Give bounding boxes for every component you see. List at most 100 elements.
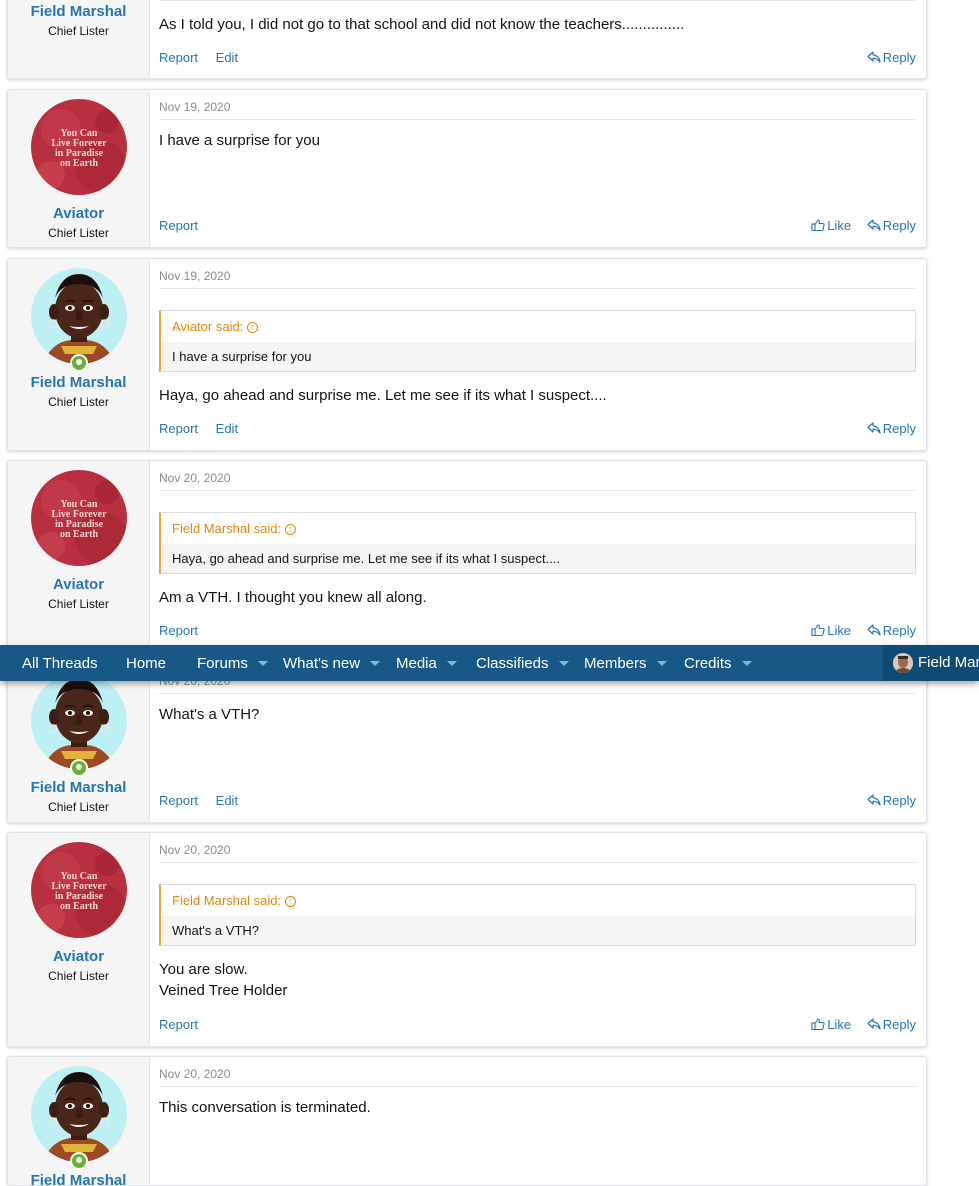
divider <box>159 0 916 1</box>
nav-media[interactable]: Media <box>396 645 457 681</box>
post-2: You Can Live Forever in Paradise on Eart… <box>7 89 927 248</box>
post-user-cell: Field Marshal Chief Lister <box>8 0 150 78</box>
nav-credits[interactable]: Credits <box>684 645 752 681</box>
post-date[interactable]: Nov 20, 2020 <box>159 471 916 491</box>
arrow-up-circle-icon[interactable] <box>285 515 297 544</box>
post-author-title: Chief Lister <box>48 969 109 983</box>
post-message: As I told you, I did not go to that scho… <box>159 16 685 33</box>
edit-link[interactable]: Edit <box>216 50 238 65</box>
like-link[interactable]: Like <box>811 1017 851 1032</box>
post-date[interactable]: Nov 19, 2020 <box>159 100 916 120</box>
reply-link[interactable]: Reply <box>867 623 916 638</box>
chevron-down-icon[interactable] <box>558 661 569 666</box>
report-link[interactable]: Report <box>159 218 198 233</box>
online-status-icon <box>70 759 88 777</box>
soldier-avatar[interactable] <box>31 673 127 769</box>
post-date[interactable]: Nov 19, 2020 <box>159 269 916 289</box>
thumbs-up-icon <box>811 624 825 636</box>
nav-user-account[interactable]: Field Marshal <box>883 645 979 681</box>
nav-home[interactable]: Home <box>126 645 166 681</box>
post-1: Field Marshal Chief Lister As I told you… <box>7 0 927 79</box>
reply-link[interactable]: Reply <box>867 50 916 65</box>
edit-link[interactable]: Edit <box>216 421 238 436</box>
quote-text: I have a surprise for you <box>172 349 312 364</box>
thumbs-up-icon <box>811 219 825 231</box>
nav-forums[interactable]: Forums <box>197 645 268 681</box>
report-link[interactable]: Report <box>159 421 198 436</box>
soldier-avatar[interactable] <box>31 1066 127 1162</box>
book-avatar[interactable]: You Can Live Forever in Paradise on Eart… <box>31 99 127 195</box>
post-author-link[interactable]: Aviator <box>8 576 149 593</box>
post-6: You Can Live Forever in Paradise on Eart… <box>7 832 927 1047</box>
post-message: I have a surprise for you <box>159 132 320 149</box>
post-user-cell: Field Marshal Chief Lister <box>8 259 150 450</box>
message-line: You are slow. <box>159 961 248 978</box>
post-date[interactable]: Nov 20, 2020 <box>159 843 916 863</box>
post-actions: Report Like Reply <box>159 623 916 641</box>
post-message: Haya, go ahead and surprise me. Let me s… <box>159 387 607 404</box>
book-avatar[interactable]: You Can Live Forever in Paradise on Eart… <box>31 842 127 938</box>
chevron-down-icon[interactable] <box>656 661 667 666</box>
post-author-link[interactable]: Field Marshal <box>8 1172 149 1185</box>
post-author-title: Chief Lister <box>48 395 109 409</box>
post-4: You Can Live Forever in Paradise on Eart… <box>7 460 927 653</box>
post-message: Am a VTH. I thought you knew all along. <box>159 589 427 606</box>
chevron-down-icon[interactable] <box>741 661 752 666</box>
quote-attribution[interactable]: Field Marshal said: <box>161 885 915 916</box>
report-link[interactable]: Report <box>159 1017 198 1032</box>
book-cover-image: You Can Live Forever in Paradise on Eart… <box>31 842 127 938</box>
quote-block: Field Marshal said: What's a VTH? <box>159 884 916 946</box>
reply-link[interactable]: Reply <box>867 421 916 436</box>
user-avatar-icon <box>893 653 913 673</box>
edit-link[interactable]: Edit <box>216 793 238 808</box>
post-message: You are slow. Veined Tree Holder <box>159 959 916 1001</box>
reply-icon <box>867 794 881 806</box>
like-link[interactable]: Like <box>811 218 851 233</box>
nav-members[interactable]: Members <box>584 645 667 681</box>
quote-text: Haya, go ahead and surprise me. Let me s… <box>172 551 561 566</box>
like-link[interactable]: Like <box>811 623 851 638</box>
post-actions: Report Like Reply <box>159 218 916 236</box>
post-author-link[interactable]: Field Marshal <box>8 779 149 796</box>
post-author-title: Chief Lister <box>48 24 109 38</box>
chevron-down-icon[interactable] <box>446 661 457 666</box>
report-link[interactable]: Report <box>159 793 198 808</box>
nav-whats-new[interactable]: What's new <box>283 645 381 681</box>
post-author-link[interactable]: Field Marshal <box>8 3 149 20</box>
post-user-cell: Field Marshal Chief Lister <box>8 664 150 822</box>
post-actions: Report Edit Reply <box>159 50 916 68</box>
nav-user-name: Field Marshal <box>918 654 979 671</box>
post-author-link[interactable]: Aviator <box>8 948 149 965</box>
arrow-up-circle-icon[interactable] <box>285 887 297 916</box>
soldier-avatar[interactable] <box>31 268 127 364</box>
post-date[interactable]: Nov 20, 2020 <box>159 1067 916 1087</box>
chevron-down-icon[interactable] <box>370 661 381 666</box>
reply-icon <box>867 219 881 231</box>
reply-icon <box>867 1018 881 1030</box>
quote-attribution[interactable]: Aviator said: <box>161 311 915 342</box>
post-message: This conversation is terminated. <box>159 1099 371 1116</box>
chevron-down-icon[interactable] <box>257 661 268 666</box>
reply-link[interactable]: Reply <box>867 793 916 808</box>
post-author-link[interactable]: Aviator <box>8 205 149 222</box>
quote-block: Aviator said: I have a surprise for you <box>159 310 916 372</box>
reply-icon <box>867 51 881 63</box>
post-author-link[interactable]: Field Marshal <box>8 374 149 391</box>
book-avatar[interactable]: You Can Live Forever in Paradise on Eart… <box>31 470 127 566</box>
online-status-icon <box>70 354 88 372</box>
report-link[interactable]: Report <box>159 623 198 638</box>
nav-classifieds[interactable]: Classifieds <box>476 645 569 681</box>
post-author-title: Chief Lister <box>48 800 109 814</box>
nav-all-threads[interactable]: All Threads <box>22 645 98 681</box>
post-5: Field Marshal Chief Lister Nov 20, 2020 … <box>7 663 927 823</box>
quote-attribution[interactable]: Field Marshal said: <box>161 513 915 544</box>
quote-block: Field Marshal said: Haya, go ahead and s… <box>159 512 916 574</box>
report-link[interactable]: Report <box>159 50 198 65</box>
svg-text:on Earth: on Earth <box>60 901 99 912</box>
post-author-title: Chief Lister <box>48 597 109 611</box>
post-message: What's a VTH? <box>159 706 260 723</box>
reply-link[interactable]: Reply <box>867 1017 916 1032</box>
reply-link[interactable]: Reply <box>867 218 916 233</box>
sticky-navbar: All Threads Home Forums What's new Media… <box>0 645 979 681</box>
arrow-up-circle-icon[interactable] <box>247 313 259 342</box>
